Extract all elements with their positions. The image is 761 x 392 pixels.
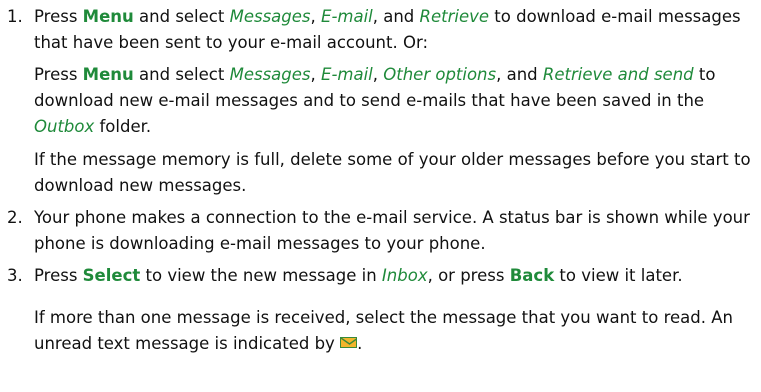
step-1-continued: Press Menu and select Messages, E-mail, … bbox=[7, 62, 753, 140]
step-1-note: If the message memory is full, delete so… bbox=[7, 147, 753, 199]
step-3: 3. Press Select to view the new message … bbox=[7, 263, 753, 289]
back-key-label: Back bbox=[509, 266, 555, 285]
step-1-paragraph-3: If the message memory is full, delete so… bbox=[34, 150, 751, 195]
step-1-paragraph-1: Press Menu and select Messages, E-mail, … bbox=[34, 7, 741, 52]
menu-path-email: E-mail bbox=[321, 7, 373, 26]
instructions-page: 1. Press Menu and select Messages, E-mai… bbox=[0, 0, 761, 392]
menu-path-other-options: Other options bbox=[383, 65, 497, 84]
select-key-label: Select bbox=[82, 266, 141, 285]
step-1: 1. Press Menu and select Messages, E-mai… bbox=[7, 4, 753, 56]
step-3-note: If more than one message is received, se… bbox=[7, 305, 753, 357]
menu-path-messages: Messages bbox=[229, 7, 311, 26]
menu-path-retrieve-and-send: Retrieve and send bbox=[542, 65, 694, 84]
menu-path-retrieve: Retrieve bbox=[419, 7, 490, 26]
step-1-paragraph-2: Press Menu and select Messages, E-mail, … bbox=[34, 65, 716, 136]
menu-path-email: E-mail bbox=[321, 65, 373, 84]
step-3-paragraph-2: If more than one message is received, se… bbox=[34, 308, 733, 353]
inbox-folder-name: Inbox bbox=[381, 266, 428, 285]
menu-key-label: Menu bbox=[82, 7, 134, 26]
step-2: 2. Your phone makes a connection to the … bbox=[7, 205, 753, 257]
step-number: 3. bbox=[7, 266, 23, 285]
step-number: 2. bbox=[7, 208, 23, 227]
menu-path-messages: Messages bbox=[229, 65, 311, 84]
unread-message-envelope-icon bbox=[340, 337, 358, 348]
menu-key-label: Menu bbox=[82, 65, 134, 84]
step-3-paragraph-1: Press Select to view the new message in … bbox=[34, 266, 683, 285]
step-2-paragraph-1: Your phone makes a connection to the e-m… bbox=[34, 208, 750, 253]
outbox-folder-name: Outbox bbox=[34, 117, 95, 136]
step-number: 1. bbox=[7, 7, 23, 26]
